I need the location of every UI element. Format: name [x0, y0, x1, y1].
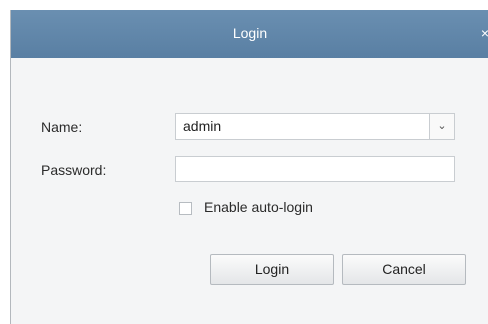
auto-login-checkbox[interactable]: [179, 202, 192, 215]
name-value[interactable]: admin: [183, 114, 221, 139]
dialog-title: Login: [232, 25, 268, 41]
title-bar[interactable]: Login ×: [11, 10, 488, 58]
name-combobox[interactable]: admin ⌄: [175, 113, 455, 140]
password-label: Password:: [41, 162, 107, 178]
login-button[interactable]: Login: [210, 254, 334, 285]
password-input[interactable]: [175, 156, 455, 182]
name-label: Name:: [41, 119, 83, 135]
close-icon[interactable]: ×: [475, 10, 488, 58]
chevron-down-icon[interactable]: ⌄: [429, 114, 454, 139]
login-dialog: Login × Name: admin ⌄ Password: Enable a…: [10, 10, 488, 324]
cancel-button[interactable]: Cancel: [342, 254, 466, 285]
auto-login-label[interactable]: Enable auto-login: [204, 199, 313, 215]
